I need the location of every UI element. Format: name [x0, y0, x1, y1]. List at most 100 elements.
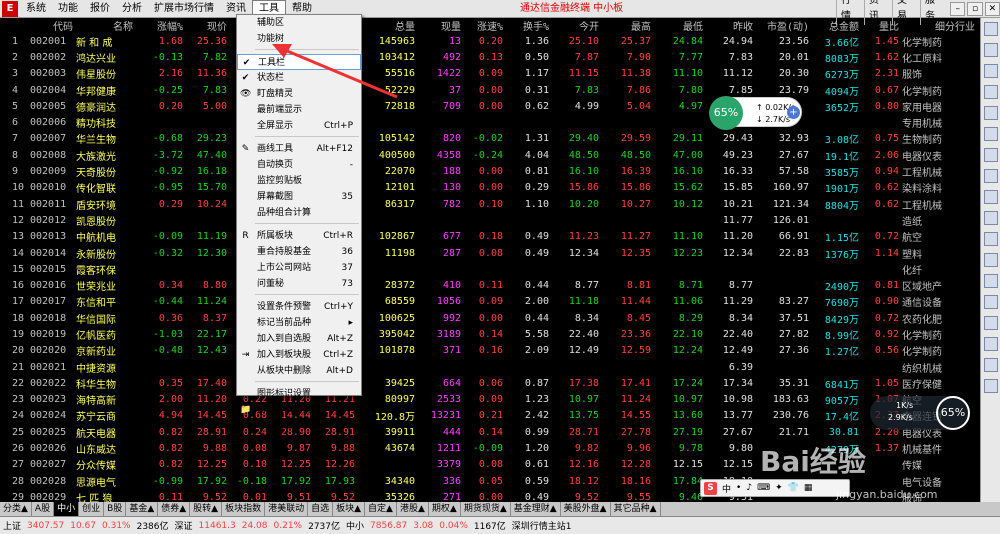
table-row[interactable]: 7002007华兰生物-0.6829.23-0.2029.2229.231051… [0, 131, 978, 147]
table-row[interactable]: 10002010传化智联-0.9515.70-0.1515.6915.70121… [0, 180, 978, 196]
maximize-icon[interactable]: ▫ [967, 2, 983, 16]
menu-item[interactable]: 辅助区 [237, 15, 361, 31]
menu-item[interactable]: 屏幕截图 35 [237, 189, 361, 205]
column-header[interactable]: 最低 [654, 18, 706, 33]
table-row[interactable]: 8002008大族激光-3.7247.40-1.8347.3947.404005… [0, 147, 978, 163]
network-speed-widget-2[interactable]: 1K/s 2.9K/s 65% [870, 396, 970, 430]
market-tab[interactable]: 债券▲ [158, 502, 191, 516]
right-tool-icon-15[interactable] [984, 316, 998, 330]
sogou-icon[interactable]: S [704, 481, 717, 495]
table-row[interactable]: 4002004华邦健康-0.257.83-0.027.827.835222937… [0, 82, 978, 98]
right-tool-icon-2[interactable] [984, 43, 998, 57]
market-tab[interactable]: 自选 [308, 502, 334, 516]
menu-item[interactable]: ✔ 工具栏 [237, 54, 361, 70]
table-row[interactable]: 14002014永新股份-0.3212.30-0.0412.3012.31111… [0, 245, 978, 261]
table-row[interactable]: 22002022科华生物0.3517.400.0617.4017.4139425… [0, 375, 978, 391]
table-row[interactable]: 3002003伟星股份2.1611.360.2411.3611.37555161… [0, 66, 978, 82]
right-tool-icon-3[interactable] [984, 64, 998, 78]
menu-grid-icon[interactable]: ▦ [804, 483, 813, 493]
table-row[interactable]: 2002002鸿达兴业-0.137.82-0.017.817.821034124… [0, 49, 978, 65]
column-header[interactable] [0, 18, 30, 33]
tools-icon[interactable]: ✦ [775, 483, 783, 493]
right-tool-icon-17[interactable] [984, 358, 998, 372]
keyboard-icon[interactable]: ⌨ [757, 483, 770, 493]
right-tool-icon-13[interactable] [984, 274, 998, 288]
menu-extended-market[interactable]: 扩展市场行情 [148, 1, 220, 17]
market-tab[interactable]: 中小 [54, 502, 80, 516]
menu-system[interactable]: 系统 [20, 1, 52, 17]
table-row[interactable]: 18002018华信国际0.368.370.038.368.3710062599… [0, 310, 978, 326]
menu-analysis[interactable]: 分析 [116, 1, 148, 17]
menu-item[interactable]: 加入到自选股 Alt+Z [237, 331, 361, 347]
right-tool-icon-7[interactable] [984, 148, 998, 162]
table-row[interactable]: 20002020京新药业-0.4812.43-0.0612.4312.44101… [0, 343, 978, 359]
market-tab[interactable]: 自定▲ [365, 502, 397, 516]
table-row[interactable]: 16002016世荣兆业0.348.800.038.808.8128372410… [0, 277, 978, 293]
table-row[interactable]: 11002011盾安环境0.2910.240.0310.2310.2486317… [0, 196, 978, 212]
menu-item[interactable]: ⇥ 加入到板块股 Ctrl+Z [237, 347, 361, 363]
menu-item[interactable]: 品种组合计算 [237, 205, 361, 221]
market-tab[interactable]: 基金理财▲ [511, 502, 561, 516]
column-header[interactable]: 市盈(动) [756, 18, 812, 33]
right-tool-icon-12[interactable] [984, 253, 998, 267]
column-header[interactable]: 名称 [76, 18, 136, 33]
market-tab[interactable]: 基金▲ [126, 502, 159, 516]
menu-item[interactable]: 👁 盯盘精灵 [237, 86, 361, 102]
server-status[interactable]: 深圳行情主站1 [509, 519, 575, 532]
right-tool-icon-5[interactable] [984, 106, 998, 120]
table-row[interactable]: 25 002025 航天电器 0.82 28.91 0.24 28.90 28.91 39911… [0, 424, 978, 440]
menu-item[interactable]: 监控剪贴板 [237, 173, 361, 189]
network-speed-widget[interactable]: 65% ↑ 0.02K/s ↓ 2.7K/s + [709, 96, 802, 130]
right-tool-icon-6[interactable] [984, 127, 998, 141]
market-tab[interactable]: B股 [104, 502, 127, 516]
market-tab[interactable]: A股 [32, 502, 55, 516]
table-row[interactable]: 13002013中航机电-0.0911.19-0.0111.1811.19102… [0, 229, 978, 245]
market-tab[interactable]: 期权▲ [429, 502, 461, 516]
column-header[interactable]: 换手% [506, 18, 552, 33]
right-tool-icon-11[interactable] [984, 232, 998, 246]
column-header[interactable]: 量比 [862, 18, 902, 33]
market-tab[interactable]: 期货现货▲ [461, 502, 511, 516]
menu-item[interactable]: ✔ 状态栏 [237, 70, 361, 86]
menu-item[interactable]: R 所属板块 Ctrl+R [237, 228, 361, 244]
column-header[interactable]: 现价 [186, 18, 230, 33]
column-header[interactable]: 今开 [552, 18, 602, 33]
table-row[interactable]: 6 002006 精功科技 专用机械 [0, 114, 978, 130]
market-tab[interactable]: 创业 [79, 502, 105, 516]
table-row[interactable]: 15 002015 霞客环保 化纤 [0, 261, 978, 277]
table-row[interactable]: 24 002024 苏宁云商 4.94 14.45 0.68 14.44 14.45 120.8… [0, 408, 978, 424]
menu-item[interactable]: 设置条件预警 Ctrl+Y [237, 299, 361, 315]
menu-item[interactable]: ⚙ 系统设置 Ctrl+D [237, 418, 361, 434]
right-tool-icon-18[interactable] [984, 379, 998, 393]
menu-item[interactable]: 全屏显示 Ctrl+P [237, 118, 361, 134]
right-tool-icon-4[interactable] [984, 85, 998, 99]
table-row[interactable]: 21 002021 中捷资源 6.39 纺织机械 [0, 359, 978, 375]
table-row[interactable]: 12 002012 凯恩股份 11.77 126.01 造纸 [0, 212, 978, 228]
menu-item[interactable]: 最前端显示 [237, 102, 361, 118]
table-row[interactable]: 9002009天奇股份-0.9216.18-0.1516.1716.182207… [0, 163, 978, 179]
table-row[interactable]: 17002017东信和平-0.4411.24-0.0511.2411.25685… [0, 294, 978, 310]
menu-item[interactable]: 📁 自定义板块设置 [237, 402, 361, 418]
menu-quote[interactable]: 报价 [84, 1, 116, 17]
right-tool-icon-9[interactable] [984, 190, 998, 204]
table-row[interactable]: 19002019亿帆医药-1.0322.17-0.2322.1722.18395… [0, 326, 978, 342]
ime-toolbar[interactable]: S 中 • ♪ ⌨ ✦ 👕 ▦ [700, 479, 850, 497]
right-tool-icon-10[interactable] [984, 211, 998, 225]
column-header[interactable]: 总金额 [812, 18, 862, 33]
skin-icon[interactable]: 👕 [788, 483, 799, 493]
right-tool-icon-8[interactable] [984, 169, 998, 183]
market-tab[interactable]: 股转▲ [190, 502, 223, 516]
right-tool-icon-14[interactable] [984, 295, 998, 309]
column-header[interactable]: 昨收 [706, 18, 756, 33]
column-header[interactable]: 涨速% [464, 18, 506, 33]
menu-item[interactable]: 重合持股基金 36 [237, 244, 361, 260]
column-header[interactable]: 最高 [602, 18, 654, 33]
column-header[interactable]: 总量 [358, 18, 418, 33]
column-header[interactable]: 现量 [418, 18, 464, 33]
market-tab[interactable]: 板块▲ [333, 502, 366, 516]
right-tool-icon-16[interactable] [984, 337, 998, 351]
column-header[interactable]: 涨幅% [136, 18, 186, 33]
right-tool-icon-1[interactable] [984, 22, 998, 36]
table-row[interactable]: 1002001新 和 成1.6825.360.4225.3625.3714596… [0, 33, 978, 49]
menu-item[interactable]: 图形标识设置 [237, 386, 361, 402]
